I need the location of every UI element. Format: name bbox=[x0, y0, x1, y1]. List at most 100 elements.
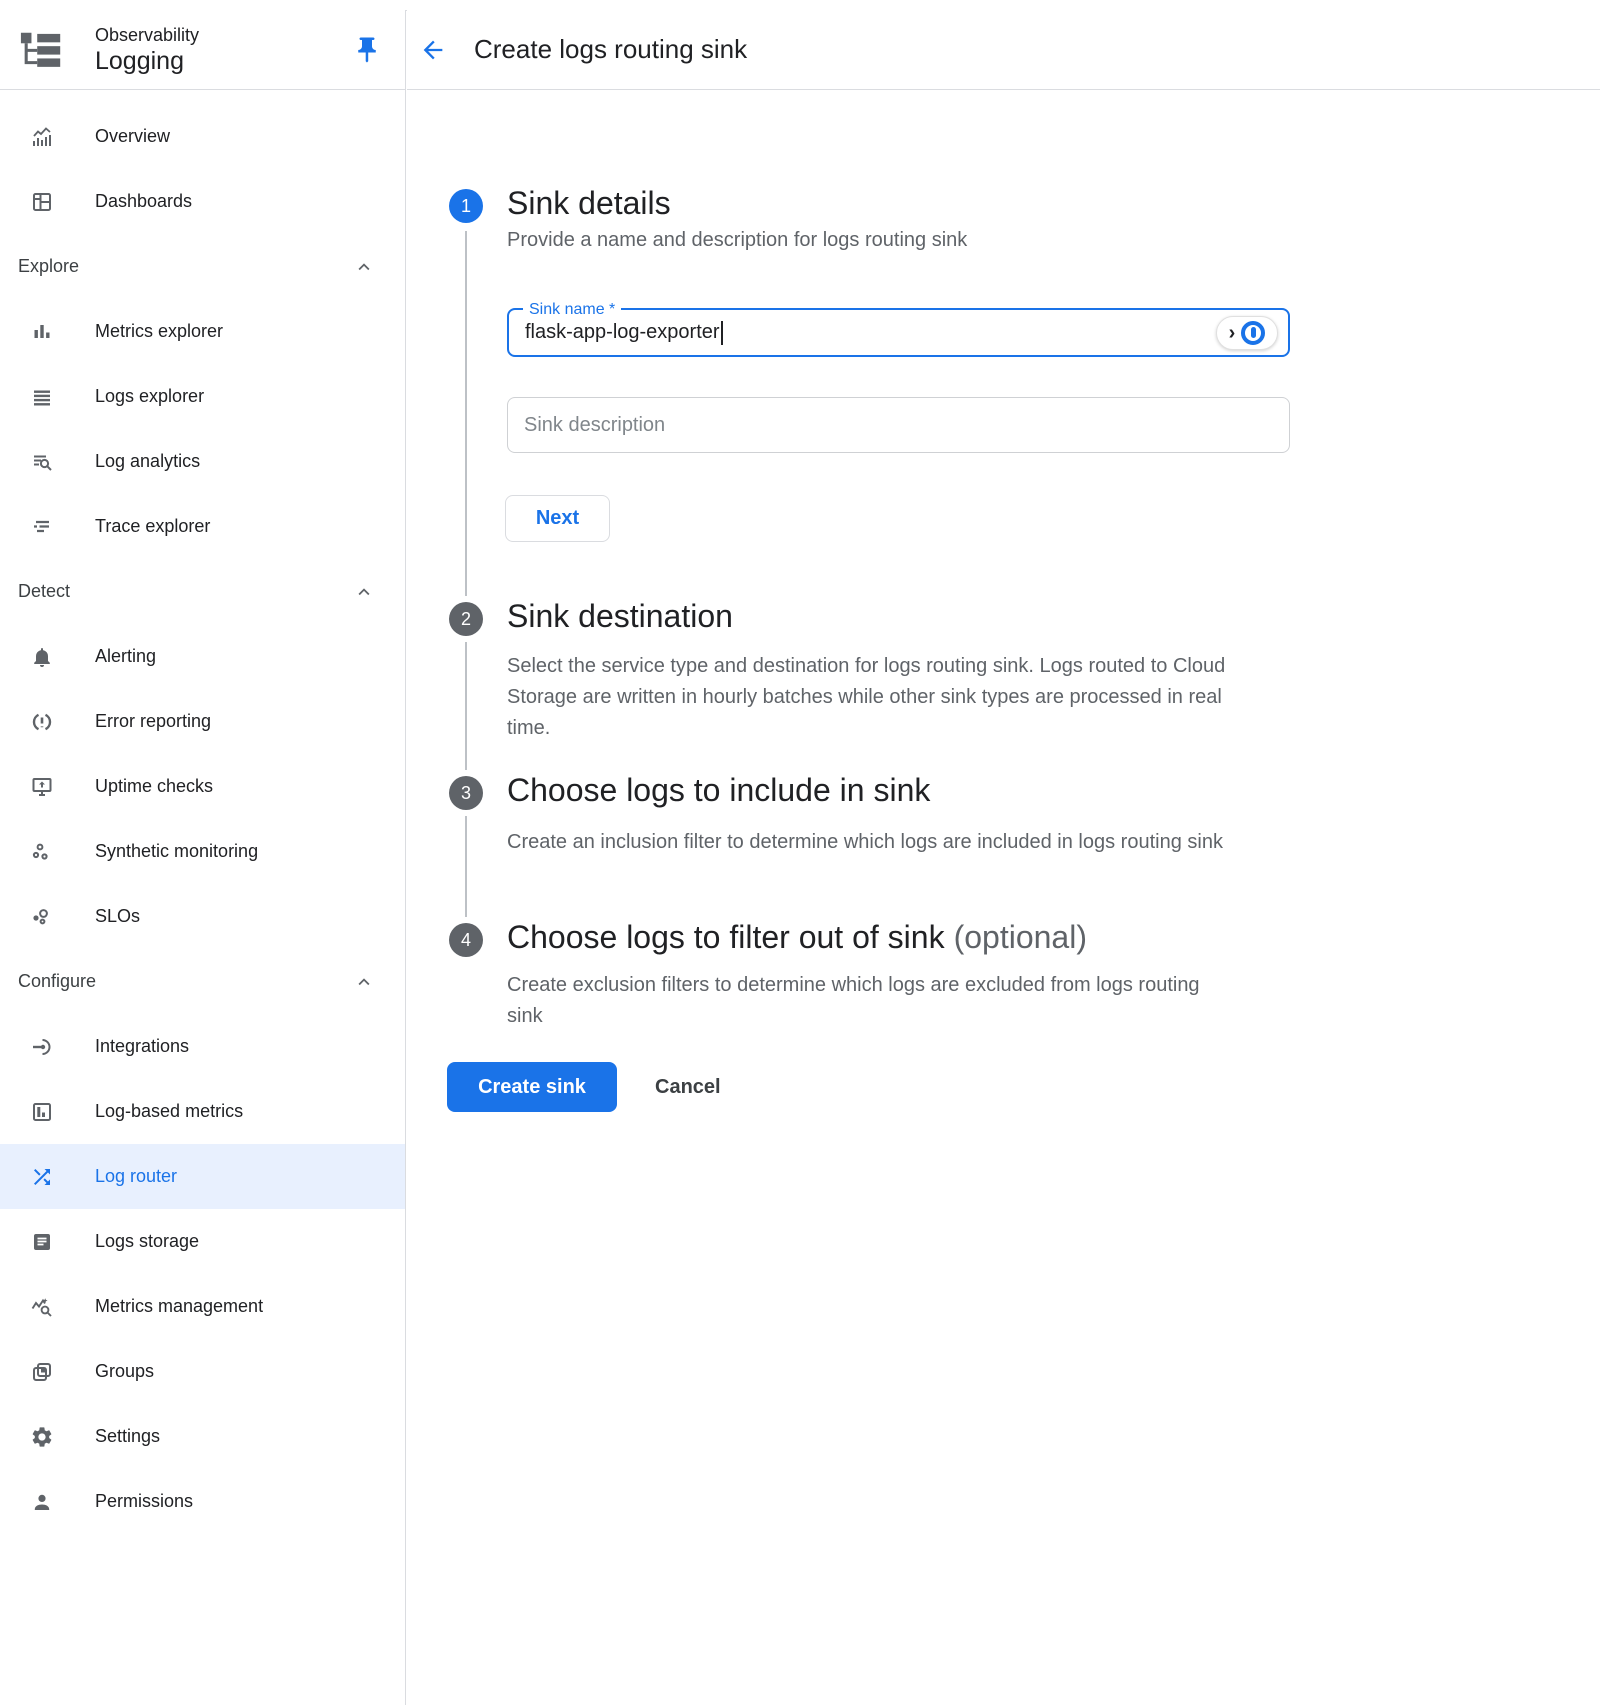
sidebar-item-error-reporting[interactable]: Error reporting bbox=[0, 689, 405, 754]
chevron-up-icon bbox=[353, 256, 375, 278]
page-header: Create logs routing sink bbox=[407, 10, 1600, 90]
monitor-up-icon bbox=[30, 775, 54, 799]
step-number: 3 bbox=[461, 783, 471, 804]
bubbles-icon bbox=[30, 905, 54, 929]
sidebar-item-label: SLOs bbox=[95, 906, 140, 927]
back-arrow-icon[interactable] bbox=[419, 36, 447, 64]
sidebar-item-label: Integrations bbox=[95, 1036, 189, 1057]
sink-description-field[interactable] bbox=[507, 397, 1290, 453]
sidebar-item-permissions[interactable]: Permissions bbox=[0, 1469, 405, 1534]
shuffle-icon bbox=[30, 1165, 54, 1189]
sidebar-item-label: Trace explorer bbox=[95, 516, 210, 537]
step-2-indicator: 2 bbox=[449, 602, 483, 636]
sidebar-section-detect[interactable]: Detect bbox=[0, 559, 405, 624]
sidebar-item-metrics-explorer[interactable]: Metrics explorer bbox=[0, 299, 405, 364]
app-name: Logging bbox=[95, 46, 351, 76]
sidebar-item-label: Log-based metrics bbox=[95, 1101, 243, 1122]
sidebar-item-overview[interactable]: Overview bbox=[0, 104, 405, 169]
sidebar-item-uptime-checks[interactable]: Uptime checks bbox=[0, 754, 405, 819]
optional-label: (optional) bbox=[954, 919, 1087, 955]
sidebar-item-label: Permissions bbox=[95, 1491, 193, 1512]
next-button[interactable]: Next bbox=[505, 495, 610, 542]
lines-search-icon bbox=[30, 450, 54, 474]
sidebar-item-label: Metrics management bbox=[95, 1296, 263, 1317]
overview-chart-icon bbox=[30, 125, 54, 149]
sidebar-item-log-router[interactable]: Log router bbox=[0, 1144, 405, 1209]
step-2-title: Sink destination bbox=[507, 598, 733, 635]
sink-name-field[interactable]: Sink name * flask-app-log-exporter › bbox=[507, 308, 1290, 357]
sidebar-title-block: Observability Logging bbox=[95, 24, 351, 76]
section-label: Configure bbox=[18, 971, 96, 992]
sidebar-item-logs-explorer[interactable]: Logs explorer bbox=[0, 364, 405, 429]
dashboard-icon bbox=[30, 190, 54, 214]
sidebar-item-log-based-metrics[interactable]: Log-based metrics bbox=[0, 1079, 405, 1144]
sidebar-item-label: Dashboards bbox=[95, 191, 192, 212]
sidebar-item-label: Overview bbox=[95, 126, 170, 147]
stepper-form: 1 Sink details Provide a name and descri… bbox=[407, 90, 1600, 1705]
sidebar-item-slos[interactable]: SLOs bbox=[0, 884, 405, 949]
password-manager-extension-icon[interactable]: › bbox=[1216, 316, 1278, 350]
metric-box-icon bbox=[30, 1100, 54, 1124]
sidebar: Observability Logging Overview bbox=[0, 10, 406, 1705]
sidebar-item-label: Groups bbox=[95, 1361, 154, 1382]
storage-doc-icon bbox=[30, 1230, 54, 1254]
1password-icon bbox=[1241, 321, 1265, 345]
logging-logo-icon bbox=[18, 26, 66, 74]
sidebar-item-integrations[interactable]: Integrations bbox=[0, 1014, 405, 1079]
log-lines-icon bbox=[30, 385, 54, 409]
step-connector bbox=[465, 816, 467, 917]
page-title: Create logs routing sink bbox=[474, 34, 747, 65]
overlap-squares-icon bbox=[30, 1360, 54, 1384]
step-3-indicator: 3 bbox=[449, 776, 483, 810]
person-icon bbox=[30, 1490, 54, 1514]
chevron-up-icon bbox=[353, 971, 375, 993]
step-number: 4 bbox=[461, 930, 471, 951]
sidebar-item-dashboards[interactable]: Dashboards bbox=[0, 169, 405, 234]
bar-chart-icon bbox=[30, 320, 54, 344]
page: Observability Logging Overview bbox=[0, 0, 1600, 1705]
error-circle-icon bbox=[30, 710, 54, 734]
sidebar-item-trace-explorer[interactable]: Trace explorer bbox=[0, 494, 405, 559]
sidebar-item-settings[interactable]: Settings bbox=[0, 1404, 405, 1469]
step-1-title: Sink details bbox=[507, 185, 671, 222]
sidebar-item-label: Logs explorer bbox=[95, 386, 204, 407]
gear-icon bbox=[30, 1425, 54, 1449]
step-connector bbox=[465, 642, 467, 770]
step-number: 1 bbox=[461, 196, 471, 217]
main-panel: Create logs routing sink 1 Sink details … bbox=[407, 10, 1600, 1705]
sidebar-section-configure[interactable]: Configure bbox=[0, 949, 405, 1014]
sidebar-item-synthetic-monitoring[interactable]: Synthetic monitoring bbox=[0, 819, 405, 884]
step-2-description: Select the service type and destination … bbox=[507, 651, 1262, 744]
step-4-title-text: Choose logs to filter out of sink bbox=[507, 919, 945, 955]
step-3-description: Create an inclusion filter to determine … bbox=[507, 827, 1223, 858]
sidebar-item-label: Logs storage bbox=[95, 1231, 199, 1252]
sidebar-item-label: Error reporting bbox=[95, 711, 211, 732]
step-1-description: Provide a name and description for logs … bbox=[507, 225, 967, 256]
sidebar-item-metrics-management[interactable]: Metrics management bbox=[0, 1274, 405, 1339]
sidebar-item-groups[interactable]: Groups bbox=[0, 1339, 405, 1404]
section-label: Detect bbox=[18, 581, 70, 602]
step-3-title: Choose logs to include in sink bbox=[507, 772, 930, 809]
step-connector bbox=[465, 231, 467, 596]
create-sink-button[interactable]: Create sink bbox=[447, 1062, 617, 1112]
sink-name-input[interactable]: flask-app-log-exporter bbox=[525, 321, 720, 344]
text-cursor bbox=[721, 321, 723, 345]
sink-description-input[interactable] bbox=[508, 398, 1289, 452]
sidebar-item-alerting[interactable]: Alerting bbox=[0, 624, 405, 689]
chevron-up-icon bbox=[353, 581, 375, 603]
sidebar-section-explore[interactable]: Explore bbox=[0, 234, 405, 299]
step-4-indicator: 4 bbox=[449, 923, 483, 957]
sidebar-item-logs-storage[interactable]: Logs storage bbox=[0, 1209, 405, 1274]
section-label: Explore bbox=[18, 256, 79, 277]
sidebar-item-label: Uptime checks bbox=[95, 776, 213, 797]
cancel-button[interactable]: Cancel bbox=[655, 1073, 721, 1101]
sidebar-item-label: Log router bbox=[95, 1166, 177, 1187]
trace-lines-icon bbox=[30, 515, 54, 539]
sidebar-item-log-analytics[interactable]: Log analytics bbox=[0, 429, 405, 494]
sink-name-label: Sink name * bbox=[523, 300, 621, 320]
step-4-description: Create exclusion filters to determine wh… bbox=[507, 970, 1207, 1032]
pin-icon[interactable] bbox=[351, 34, 383, 66]
dots-cluster-icon bbox=[30, 840, 54, 864]
step-1-indicator: 1 bbox=[449, 189, 483, 223]
step-4-title: Choose logs to filter out of sink(option… bbox=[507, 919, 1087, 956]
